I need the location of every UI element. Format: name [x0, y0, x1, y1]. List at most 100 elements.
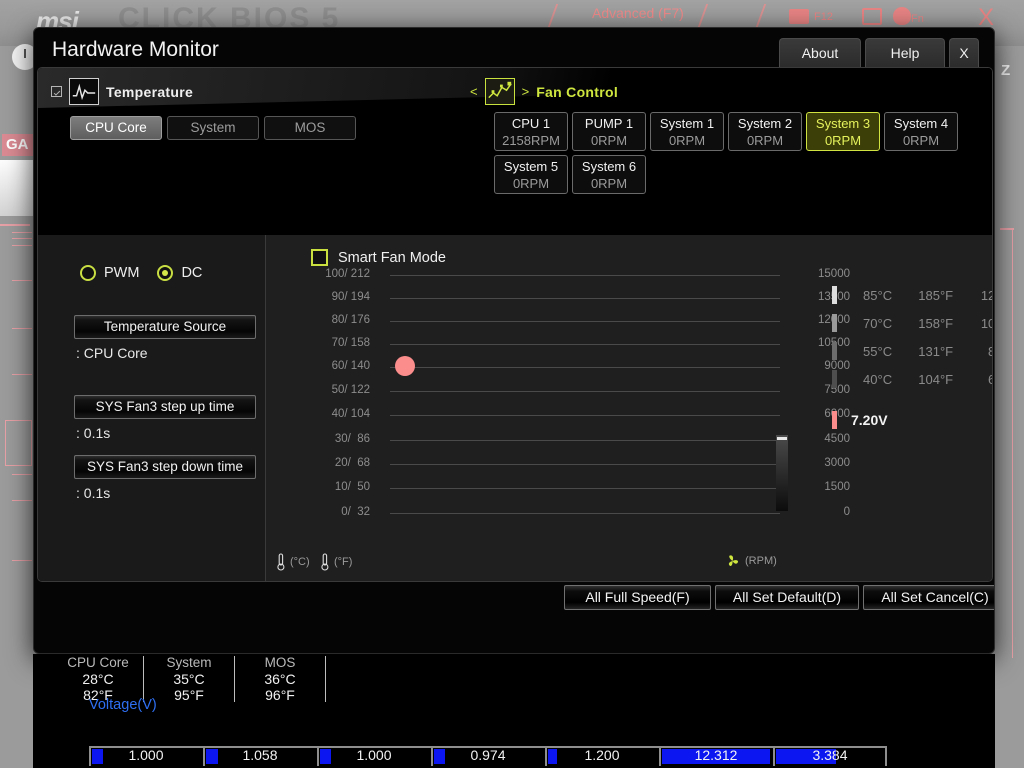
fan-tab-rpm: 0RPM — [590, 176, 628, 191]
voltage-value: 1.200 — [584, 747, 620, 763]
fan-selector-tabs: CPU 1 2158RPM PUMP 1 0RPM System 1 0RPM … — [494, 112, 984, 194]
step-up-time-value: : 0.1s — [76, 425, 111, 441]
radio-pwm[interactable] — [80, 265, 96, 281]
legend-fahrenheit: 158°F — [918, 315, 954, 331]
voltage-value: 1.000 — [128, 747, 164, 763]
fan-tab-name: System 4 — [893, 116, 949, 131]
step-down-time-button[interactable]: SYS Fan3 step down time — [74, 455, 256, 479]
capture-icon[interactable] — [862, 8, 882, 25]
right-axis-tick: 4500 — [824, 433, 850, 445]
temperature-source-value: : CPU Core — [76, 345, 148, 361]
next-arrow-icon[interactable]: > — [522, 84, 530, 99]
monitor-panel: Temperature < > Fan Control CPU Core Sys… — [37, 67, 993, 582]
left-axis-tick: 30/ 86 — [334, 433, 370, 445]
fan-mode-radio-group: PWM DC — [80, 265, 202, 281]
all-set-default-button[interactable]: All Set Default(D) — [715, 585, 859, 610]
fan-tab-name: PUMP 1 — [584, 116, 634, 131]
bios-divider — [12, 560, 32, 561]
step-down-time-value: : 0.1s — [76, 485, 111, 501]
fan-tab-rpm: 0RPM — [590, 133, 628, 148]
current-voltage-value: 7.20V — [851, 412, 888, 428]
fan-tab-name: CPU 1 — [511, 116, 551, 131]
fan-tab-system-1[interactable]: System 1 0RPM — [650, 112, 724, 151]
fan-curve-vertical-slider[interactable] — [776, 435, 788, 511]
voltage-bar-group: 1.000 CPU Core 1.058 CPU IO 1.000 CPU IO… — [89, 746, 889, 768]
help-button[interactable]: Help — [865, 38, 945, 68]
legend-fahrenheit: 185°F — [918, 287, 954, 303]
unit-legend-bar: (°C) (°F) (RPM) — [276, 553, 781, 575]
left-axis-tick: 70/ 158 — [331, 337, 370, 349]
tab-mos[interactable]: MOS — [264, 116, 356, 140]
fan-settings-column: PWM DC Temperature Source : CPU Core SYS… — [38, 235, 266, 581]
left-axis-tick: 100/ 212 — [325, 268, 370, 280]
all-set-cancel-button[interactable]: All Set Cancel(C) — [863, 585, 994, 610]
temp-cell-fahrenheit: 95°F — [174, 687, 204, 703]
fan-tab-cpu-1[interactable]: CPU 1 2158RPM — [494, 112, 568, 151]
legend-celsius: 55°C — [863, 343, 893, 359]
status-strip: CPU Core 28°C 82°F System 35°C 95°F MOS … — [33, 654, 995, 768]
left-axis-tick: 40/ 104 — [331, 408, 370, 420]
right-axis-tick: 0 — [843, 506, 850, 518]
about-button[interactable]: About — [779, 38, 861, 68]
unit-rpm-label: (RPM) — [745, 555, 777, 567]
fan-curve-plot-area[interactable]: 100/ 212 15000 90/ 194 13500 80/ 176 120… — [325, 268, 850, 527]
fn-icon[interactable] — [893, 7, 911, 25]
screenshot-icon[interactable] — [789, 9, 809, 24]
left-axis-tick: 20/ 68 — [334, 457, 370, 469]
bios-left-item[interactable] — [5, 420, 32, 466]
waveform-chart-icon — [69, 78, 99, 105]
all-full-speed-button[interactable]: All Full Speed(F) — [564, 585, 711, 610]
slider-knob[interactable] — [777, 437, 787, 440]
fan-tab-system-4[interactable]: System 4 0RPM — [884, 112, 958, 151]
unit-celsius: (°C) — [276, 553, 310, 571]
prev-arrow-icon[interactable]: < — [470, 84, 478, 99]
temperature-source-button[interactable]: Temperature Source — [74, 315, 256, 339]
unit-celsius-label: (°C) — [290, 556, 310, 568]
fan-tab-rpm: 0RPM — [824, 133, 862, 148]
left-axis-tick: 50/ 122 — [331, 384, 370, 396]
smart-fan-mode-checkbox[interactable] — [311, 249, 328, 266]
fan-tab-system-5[interactable]: System 5 0RPM — [494, 155, 568, 194]
radio-dc[interactable] — [157, 265, 174, 281]
fan-tab-name: System 3 — [815, 116, 871, 131]
voltage-section-title: Voltage(V) — [89, 697, 157, 713]
advanced-mode-label[interactable]: Advanced (F7) — [592, 5, 684, 21]
step-up-time-button[interactable]: SYS Fan3 step up time — [74, 395, 256, 419]
temperature-section-label: Temperature — [106, 83, 194, 100]
temp-cell-celsius: 36°C — [264, 671, 296, 687]
legend-row: 70°C 158°F 10.80V — [832, 309, 992, 337]
voltage-value: 3.384 — [812, 747, 848, 763]
fan-tab-system-3[interactable]: System 3 0RPM — [806, 112, 880, 151]
unit-fahrenheit: (°F) — [320, 553, 352, 571]
fan-control-section-header: < > Fan Control — [470, 78, 618, 105]
fan-curve-control-point[interactable] — [395, 356, 415, 376]
game-boost-label: GA — [6, 136, 29, 153]
fan-tab-rpm: 0RPM — [512, 176, 550, 191]
left-axis-tick: 90/ 194 — [331, 291, 370, 303]
chart-legend: 85°C 185°F 12.00V 70°C 158°F 10.80V 55°C… — [832, 281, 992, 429]
dialog-title: Hardware Monitor — [52, 38, 219, 61]
fan-tab-system-2[interactable]: System 2 0RPM — [728, 112, 802, 151]
left-axis-tick: 60/ 140 — [331, 360, 370, 372]
checkbox-icon[interactable] — [51, 86, 62, 97]
tab-cpu-core[interactable]: CPU Core — [70, 116, 162, 140]
legend-row: 55°C 131°F 8.40V — [832, 337, 992, 365]
bios-left-panel — [0, 160, 34, 216]
legend-voltage: 6.00V — [967, 372, 992, 387]
legend-voltage: 12.00V — [980, 287, 992, 303]
fan-curve-chart: Smart Fan Mode 100/ 212 15000 90/ 194 13… — [266, 235, 992, 581]
bios-divider — [12, 280, 32, 281]
tab-system[interactable]: System — [167, 116, 259, 140]
thermometer-icon — [320, 553, 330, 571]
fan-tab-pump-1[interactable]: PUMP 1 0RPM — [572, 112, 646, 151]
bios-divider — [12, 232, 32, 233]
bios-divider — [0, 224, 30, 226]
temp-cell-name: MOS — [264, 655, 296, 670]
temp-cell-name: System — [166, 655, 212, 670]
window-button-group: About Help X — [779, 38, 979, 68]
voltage-value: 1.058 — [242, 747, 278, 763]
temperature-source-tabs: CPU Core System MOS — [70, 116, 356, 140]
voltage-value: 12.312 — [694, 747, 738, 763]
fan-tab-system-6[interactable]: System 6 0RPM — [572, 155, 646, 194]
close-button[interactable]: X — [949, 38, 979, 68]
